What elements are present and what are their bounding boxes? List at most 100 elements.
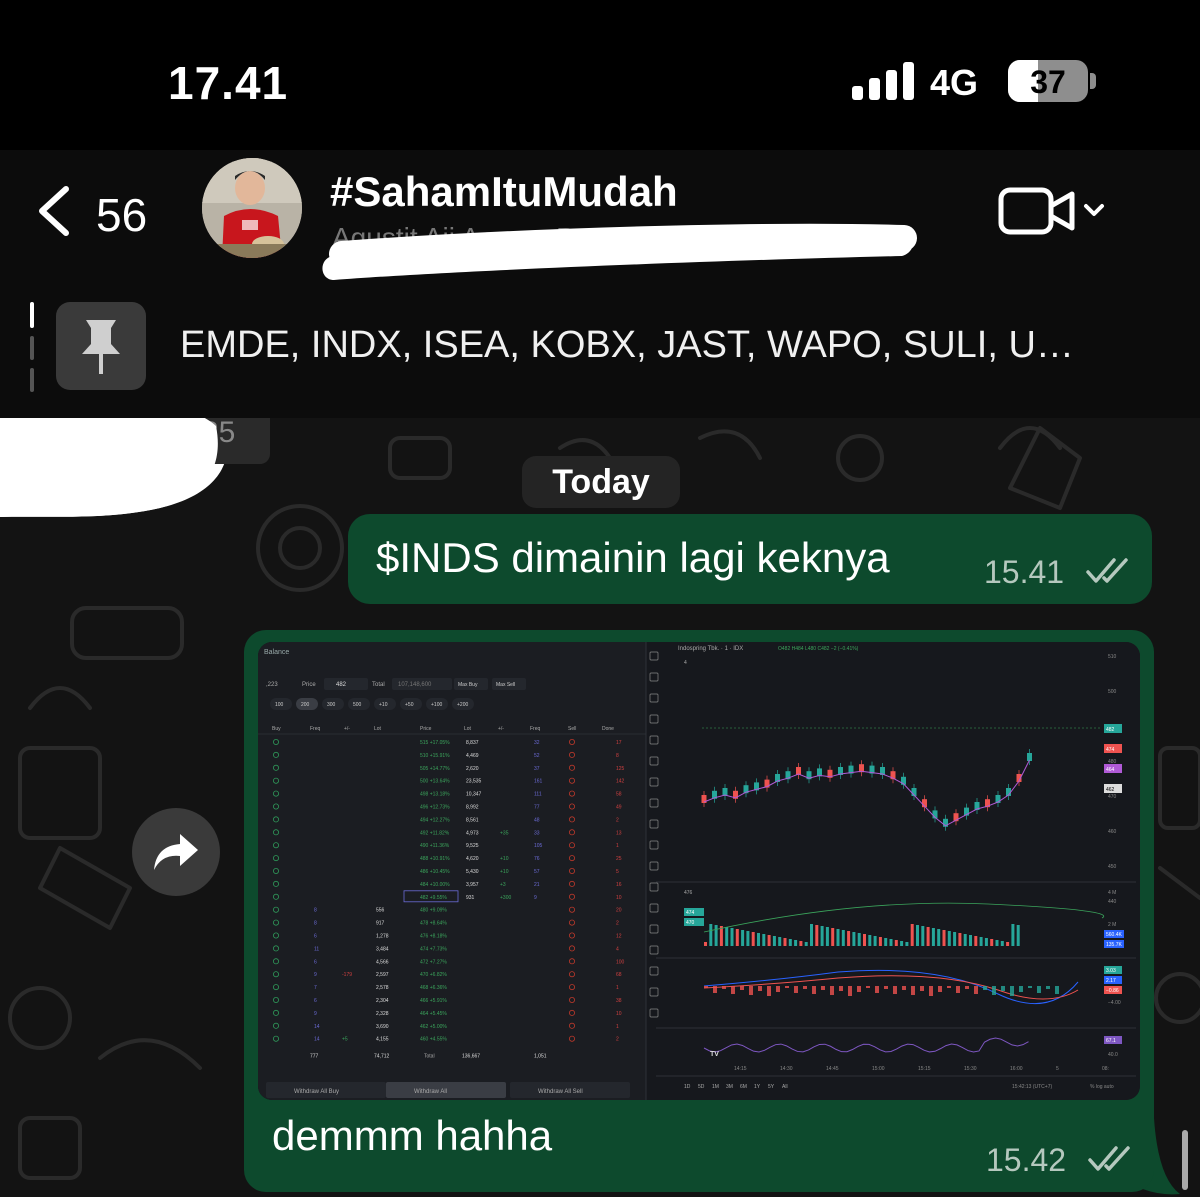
volume-tag-label: 135.7K	[1106, 942, 1123, 948]
done-count: 49	[616, 805, 622, 811]
macd-histogram-bar	[1037, 986, 1041, 993]
done-count: 100	[616, 959, 625, 965]
price-tag-label: 462	[1106, 787, 1115, 793]
ask-freq: 9	[534, 895, 537, 901]
volume-bar	[788, 939, 792, 946]
price-level: 472 +7.27%	[420, 959, 447, 965]
macd-histogram-bar	[812, 986, 816, 994]
price-axis-label: 450	[1108, 864, 1117, 870]
total-sell-freq: 1,051	[534, 1054, 547, 1060]
volume-bar	[979, 937, 983, 946]
pin-icon	[56, 302, 146, 390]
volume-bar	[1011, 924, 1015, 946]
volume-bar	[772, 936, 776, 946]
volume-bar	[900, 941, 904, 946]
price-level: 468 +6.36%	[420, 985, 447, 991]
volume-bar	[942, 930, 946, 946]
macd-histogram-bar	[920, 986, 924, 991]
volume-bar	[969, 935, 972, 946]
time-axis-label: 5	[1056, 1066, 1059, 1072]
volume-bar	[709, 924, 713, 946]
volume-bar	[894, 940, 898, 946]
volume-bar	[984, 938, 988, 946]
range-button: All	[782, 1084, 788, 1090]
price-level: 484 +10.00%	[420, 882, 450, 888]
price-level: 476 +8.18%	[420, 934, 447, 940]
done-count: 1	[616, 985, 619, 991]
volume-bar	[905, 942, 909, 946]
ask-lot: 10,347	[466, 792, 482, 798]
macd-histogram-bar	[839, 986, 843, 991]
forward-button[interactable]	[132, 808, 220, 896]
macd-histogram-bar	[1055, 986, 1059, 994]
back-unread-count[interactable]: 56	[96, 188, 147, 242]
price-level: 480 +9.09%	[420, 908, 447, 914]
ask-freq: 111	[534, 792, 542, 798]
macd-histogram-bar	[731, 986, 735, 994]
done-count: 17	[616, 740, 622, 746]
message-text: $INDS dimainin lagi keknya	[376, 534, 890, 581]
macd-histogram-bar	[947, 986, 951, 988]
volume-bar	[963, 934, 967, 946]
bid-freq: 8	[314, 921, 317, 927]
done-count: 16	[616, 882, 622, 888]
total-label: Total	[372, 682, 385, 688]
status-time: 17.41	[168, 57, 289, 109]
status-bar: 17.41 4G 37	[0, 0, 1200, 150]
macd-histogram-bar	[1019, 986, 1023, 992]
volume-bar	[857, 933, 861, 946]
bid-freq: 6	[314, 934, 317, 940]
done-count: 20	[616, 908, 622, 914]
orderbook-column-header: Lot	[374, 726, 382, 732]
time-axis-label: 15:00	[872, 1066, 885, 1072]
panel-title: Balance	[264, 649, 289, 656]
volume-axis-label: 2 M	[1108, 922, 1116, 928]
scrollbar[interactable]	[1182, 1130, 1188, 1190]
orderbook-column-header: +/-	[344, 726, 350, 732]
pinned-message-bar[interactable]: EMDE, INDX, ISEA, KOBX, JAST, WAPO, SULI…	[0, 294, 1200, 418]
ask-freq: 33	[534, 830, 540, 836]
bid-lot: 4,155	[376, 1037, 389, 1043]
range-button: 1M	[712, 1084, 719, 1090]
lot-preset-label: +50	[405, 702, 414, 708]
range-button: 1Y	[754, 1084, 761, 1090]
chat-messages-area[interactable]: 25 Today $INDS dimainin lagi keknya 15.4…	[0, 418, 1200, 1197]
withdraw-button-label: Withdraw All	[414, 1089, 447, 1095]
redaction-blob-overlay	[0, 418, 218, 518]
volume-tag-label: 474	[686, 910, 695, 916]
back-chevron-icon[interactable]	[36, 186, 70, 236]
ask-lot: 9,525	[466, 843, 479, 849]
macd-histogram-bar	[767, 986, 771, 996]
done-count: 10	[616, 895, 622, 901]
group-avatar[interactable]	[202, 158, 302, 258]
volume-bar	[841, 930, 845, 946]
rsi-axis-label: 40.0	[1108, 1052, 1118, 1058]
message-bubble[interactable]: $INDS dimainin lagi keknya 15.41	[348, 514, 1152, 604]
price-label: Price	[302, 682, 316, 688]
chart-clock: 15:42:13 (UTC+7)	[1012, 1084, 1052, 1090]
lot-preset-label: 500	[353, 702, 362, 708]
price-level: 464 +5.45%	[420, 1011, 447, 1017]
done-count: 10	[616, 1011, 622, 1017]
bid-lot: 3,690	[376, 1024, 389, 1030]
done-count: 25	[616, 856, 622, 862]
macd-histogram-bar	[1046, 986, 1050, 989]
macd-tag-label: 2.17	[1106, 978, 1116, 984]
ask-lot: 8,992	[466, 805, 479, 811]
done-count: 5	[616, 869, 619, 875]
volume-bar	[990, 939, 994, 946]
video-call-icon[interactable]	[996, 184, 1116, 238]
chart-ohlc: O482 H484 L480 C482 −2 (−0.41%)	[778, 646, 859, 652]
done-count: 13	[616, 830, 622, 836]
image-message-bubble[interactable]: Balance ,223 Price 482 Total 107,148,600 Max B…	[244, 630, 1154, 1192]
ask-freq: 37	[534, 766, 540, 772]
orderbook-column-header: Freq	[310, 726, 321, 732]
volume-axis-label: 4 M	[1108, 890, 1116, 896]
macd-histogram-bar	[785, 986, 789, 988]
done-count: 1	[616, 843, 619, 849]
time-axis-label: 14:30	[780, 1066, 793, 1072]
bid-lot: 2,304	[376, 998, 389, 1004]
trading-screenshot[interactable]: Balance ,223 Price 482 Total 107,148,600 Max B…	[258, 642, 1140, 1100]
tradingview-logo-mark: TV	[710, 1051, 719, 1058]
redaction-scribble	[322, 223, 917, 280]
